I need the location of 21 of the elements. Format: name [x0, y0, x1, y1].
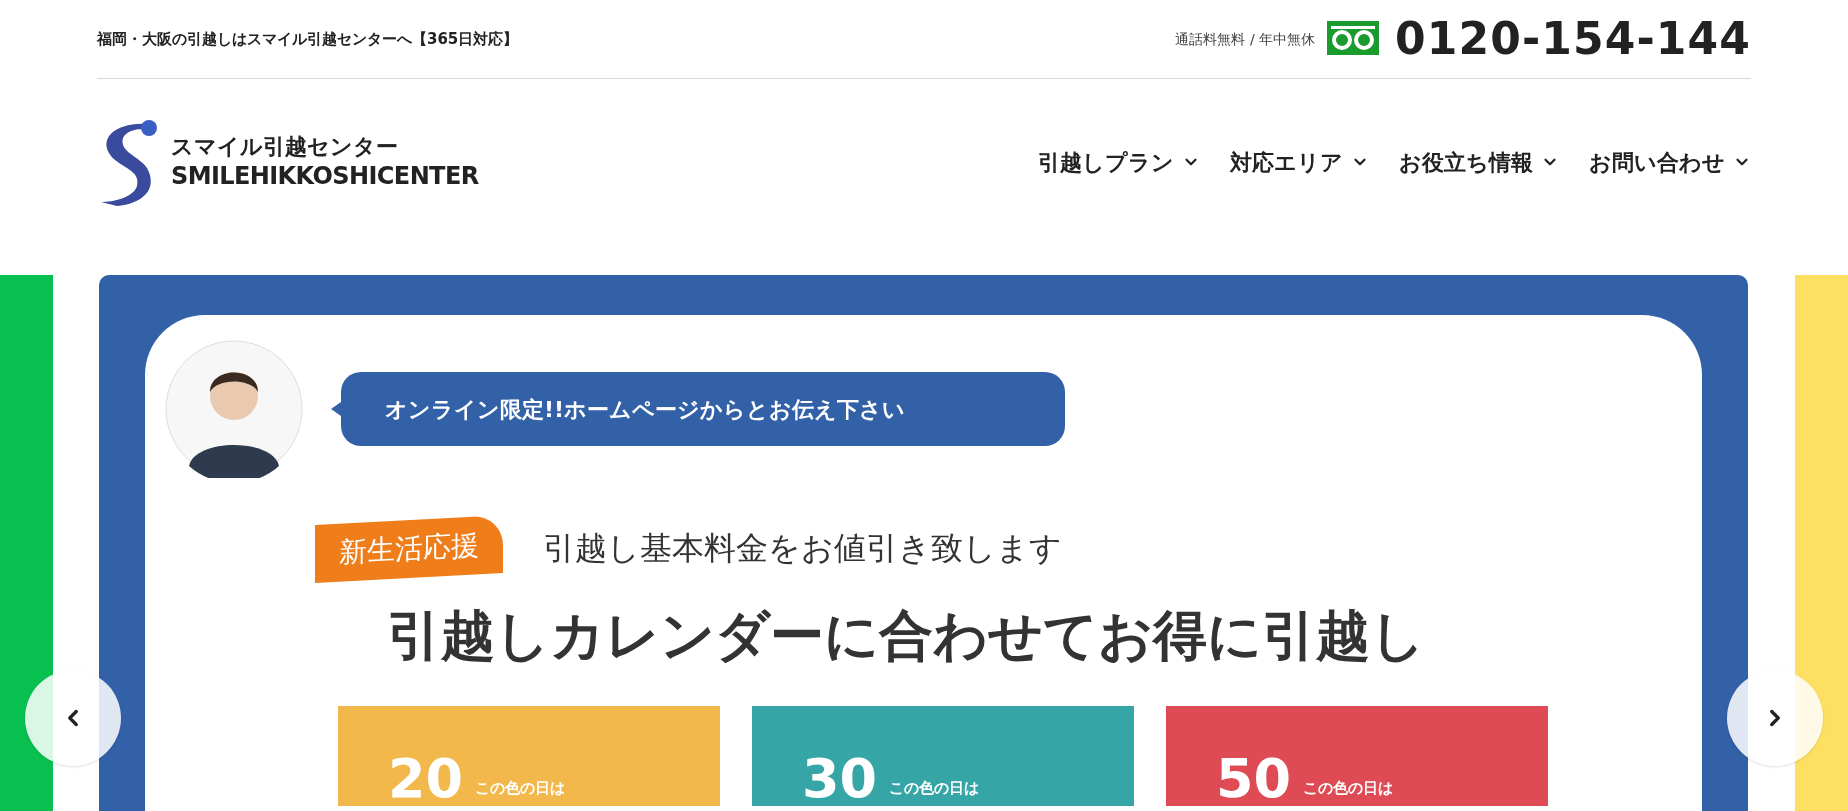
nav-menu-item[interactable]: お問い合わせ: [1589, 145, 1751, 179]
banner-subtitle: 引越し基本料金をお値引き致します: [543, 528, 1062, 569]
logo-name[interactable]: スマイル引越センター: [171, 133, 479, 161]
discount-note: この色の日は: [1303, 778, 1394, 799]
discount-note: この色の日は: [475, 778, 566, 799]
speech-bubble: オンライン限定!!ホームページからとお伝え下さい: [341, 372, 1065, 446]
banner-heading: 引越しカレンダーに合わせてお得に引越し: [387, 603, 1426, 669]
logo-name-english[interactable]: SMILEHIKKOSHICENTER: [171, 160, 479, 191]
discount-number: 30: [802, 751, 878, 806]
nav-menu-item[interactable]: 対応エリア: [1230, 145, 1369, 179]
discount-number: 50: [1216, 751, 1292, 806]
nav-menu-item[interactable]: 引越しプラン: [1038, 145, 1200, 179]
phone-note: 通話料無料 / 年中無休: [1175, 29, 1316, 49]
nav-menu-item[interactable]: お役立ち情報: [1399, 145, 1559, 179]
discount-note: この色の日は: [889, 778, 980, 799]
phone-number[interactable]: 0120-154-144: [1395, 17, 1751, 61]
banner-flag: 新生活応援: [315, 515, 503, 583]
tagline: 福岡・大阪の引越しはスマイル引越センターへ【365日対応】: [97, 28, 519, 50]
discount-number: 20: [388, 751, 464, 806]
banner-slide[interactable]: オンライン限定!!ホームページからとお伝え下さい 新生活応援 引越し基本料金をお値引き致します 引越しカレンダーに合わせてお得に引越し 20 この色の日は 30 この色の日は 50 この色の日は: [99, 275, 1748, 811]
bubble-tail-icon: [331, 402, 341, 416]
